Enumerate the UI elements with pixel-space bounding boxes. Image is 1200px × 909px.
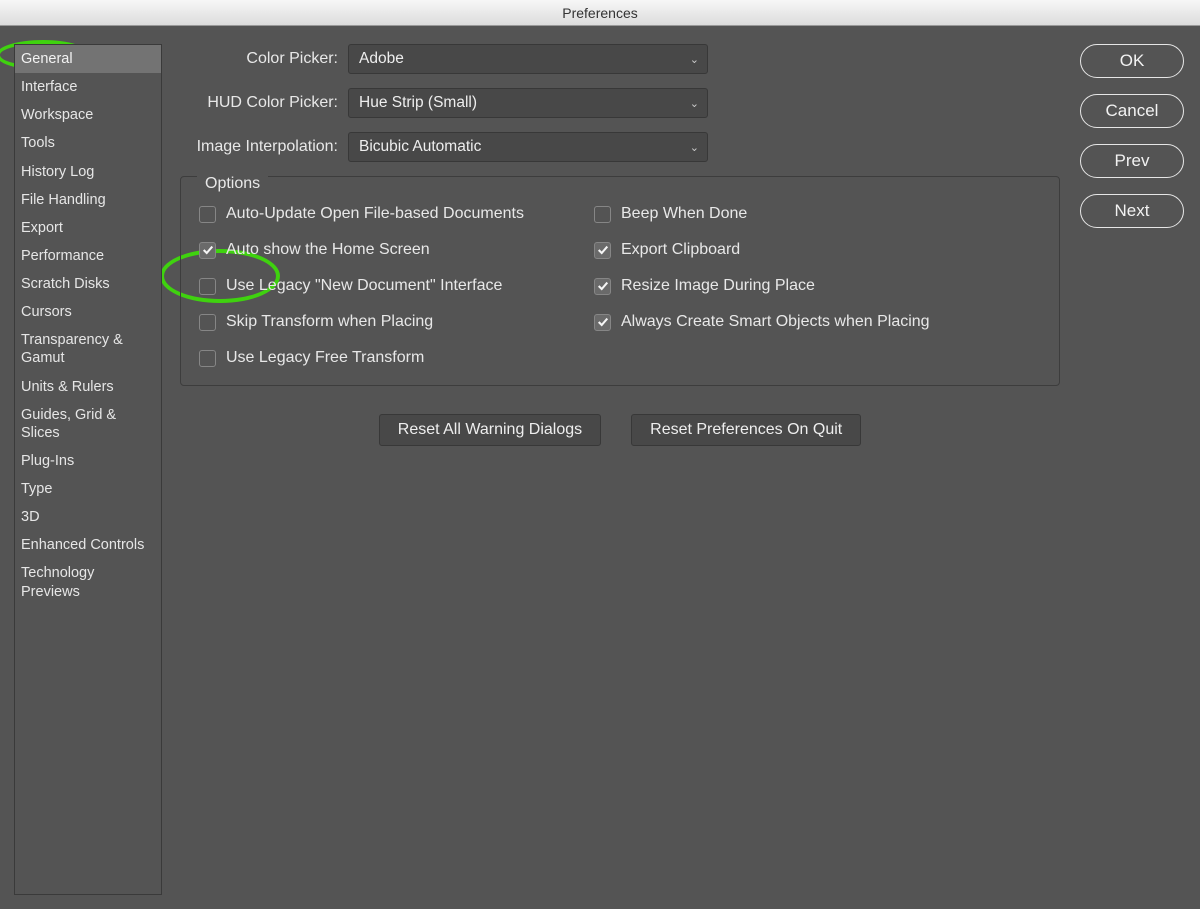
row-color-picker: Color Picker: Adobe ⌄ — [180, 44, 1060, 74]
options-grid: Auto-Update Open File-based Documents Bee… — [199, 205, 1041, 367]
sidebar-item-file-handling[interactable]: File Handling — [15, 186, 161, 214]
prev-button[interactable]: Prev — [1080, 144, 1184, 178]
option-label: Always Create Smart Objects when Placing — [621, 313, 930, 331]
option-always-create-smart-objects-when-placing[interactable]: Always Create Smart Objects when Placing — [594, 313, 1041, 331]
select-value: Hue Strip (Small) — [359, 94, 477, 112]
category-sidebar: GeneralInterfaceWorkspaceToolsHistory Lo… — [14, 44, 162, 895]
cancel-button[interactable]: Cancel — [1080, 94, 1184, 128]
sidebar-item-transparency-gamut[interactable]: Transparency & Gamut — [15, 326, 161, 372]
sidebar-item-tools[interactable]: Tools — [15, 129, 161, 157]
option-label: Beep When Done — [621, 205, 747, 223]
sidebar-item-interface[interactable]: Interface — [15, 73, 161, 101]
row-hud-color-picker: HUD Color Picker: Hue Strip (Small) ⌄ — [180, 88, 1060, 118]
option-label: Skip Transform when Placing — [226, 313, 433, 331]
sidebar-item-enhanced-controls[interactable]: Enhanced Controls — [15, 531, 161, 559]
select-color-picker[interactable]: Adobe ⌄ — [348, 44, 708, 74]
sidebar-item-type[interactable]: Type — [15, 475, 161, 503]
main-left: Color Picker: Adobe ⌄ HUD Color Picker: … — [180, 44, 1060, 895]
option-export-clipboard[interactable]: Export Clipboard — [594, 241, 1041, 259]
label-image-interpolation: Image Interpolation: — [180, 138, 348, 156]
next-button[interactable]: Next — [1080, 194, 1184, 228]
select-value: Bicubic Automatic — [359, 138, 481, 156]
checkbox-icon[interactable] — [594, 206, 611, 223]
sidebar-item-workspace[interactable]: Workspace — [15, 101, 161, 129]
checkbox-icon[interactable] — [594, 278, 611, 295]
option-label: Use Legacy "New Document" Interface — [226, 277, 502, 295]
sidebar-item-3d[interactable]: 3D — [15, 503, 161, 531]
select-hud-color-picker[interactable]: Hue Strip (Small) ⌄ — [348, 88, 708, 118]
option-use-legacy-new-document-interface[interactable]: Use Legacy "New Document" Interface — [199, 277, 594, 295]
sidebar-item-performance[interactable]: Performance — [15, 242, 161, 270]
main-panel: Color Picker: Adobe ⌄ HUD Color Picker: … — [180, 44, 1186, 895]
checkbox-icon[interactable] — [199, 206, 216, 223]
checkbox-icon[interactable] — [199, 314, 216, 331]
option-label: Auto-Update Open File-based Documents — [226, 205, 524, 223]
option-label: Use Legacy Free Transform — [226, 349, 424, 367]
chevron-down-icon: ⌄ — [690, 53, 699, 66]
sidebar-item-export[interactable]: Export — [15, 214, 161, 242]
chevron-down-icon: ⌄ — [690, 141, 699, 154]
label-color-picker: Color Picker: — [180, 50, 348, 68]
select-value: Adobe — [359, 50, 404, 68]
option-skip-transform-when-placing[interactable]: Skip Transform when Placing — [199, 313, 594, 331]
ok-button[interactable]: OK — [1080, 44, 1184, 78]
reset-prefs-button[interactable]: Reset Preferences On Quit — [631, 414, 861, 446]
option-label: Resize Image During Place — [621, 277, 815, 295]
sidebar-item-general[interactable]: General — [15, 45, 161, 73]
reset-warnings-button[interactable]: Reset All Warning Dialogs — [379, 414, 601, 446]
sidebar-item-plug-ins[interactable]: Plug-Ins — [15, 447, 161, 475]
bottom-buttons: Reset All Warning Dialogs Reset Preferen… — [180, 414, 1060, 446]
checkbox-icon[interactable] — [594, 314, 611, 331]
sidebar-item-units-rulers[interactable]: Units & Rulers — [15, 373, 161, 401]
options-legend: Options — [197, 175, 268, 193]
option-auto-update-open-file-based-documents[interactable]: Auto-Update Open File-based Documents — [199, 205, 594, 223]
option-beep-when-done[interactable]: Beep When Done — [594, 205, 1041, 223]
sidebar-item-cursors[interactable]: Cursors — [15, 298, 161, 326]
checkbox-icon[interactable] — [199, 242, 216, 259]
row-image-interpolation: Image Interpolation: Bicubic Automatic ⌄ — [180, 132, 1060, 162]
option-auto-show-the-home-screen[interactable]: Auto show the Home Screen — [199, 241, 594, 259]
sidebar-item-scratch-disks[interactable]: Scratch Disks — [15, 270, 161, 298]
sidebar-item-technology-previews[interactable]: Technology Previews — [15, 559, 161, 605]
option-label: Auto show the Home Screen — [226, 241, 430, 259]
option-use-legacy-free-transform[interactable]: Use Legacy Free Transform — [199, 349, 594, 367]
checkbox-icon[interactable] — [199, 278, 216, 295]
option-label: Export Clipboard — [621, 241, 740, 259]
sidebar-item-guides-grid-slices[interactable]: Guides, Grid & Slices — [15, 401, 161, 447]
chevron-down-icon: ⌄ — [690, 97, 699, 110]
option-resize-image-during-place[interactable]: Resize Image During Place — [594, 277, 1041, 295]
select-image-interpolation[interactable]: Bicubic Automatic ⌄ — [348, 132, 708, 162]
label-hud-color-picker: HUD Color Picker: — [180, 94, 348, 112]
content-area: GeneralInterfaceWorkspaceToolsHistory Lo… — [0, 26, 1200, 909]
checkbox-icon[interactable] — [199, 350, 216, 367]
sidebar-item-history-log[interactable]: History Log — [15, 158, 161, 186]
right-buttons-column: OK Cancel Prev Next — [1080, 44, 1186, 895]
checkbox-icon[interactable] — [594, 242, 611, 259]
window-title: Preferences — [0, 0, 1200, 26]
options-fieldset: Options Auto-Update Open File-based Docu… — [180, 176, 1060, 386]
